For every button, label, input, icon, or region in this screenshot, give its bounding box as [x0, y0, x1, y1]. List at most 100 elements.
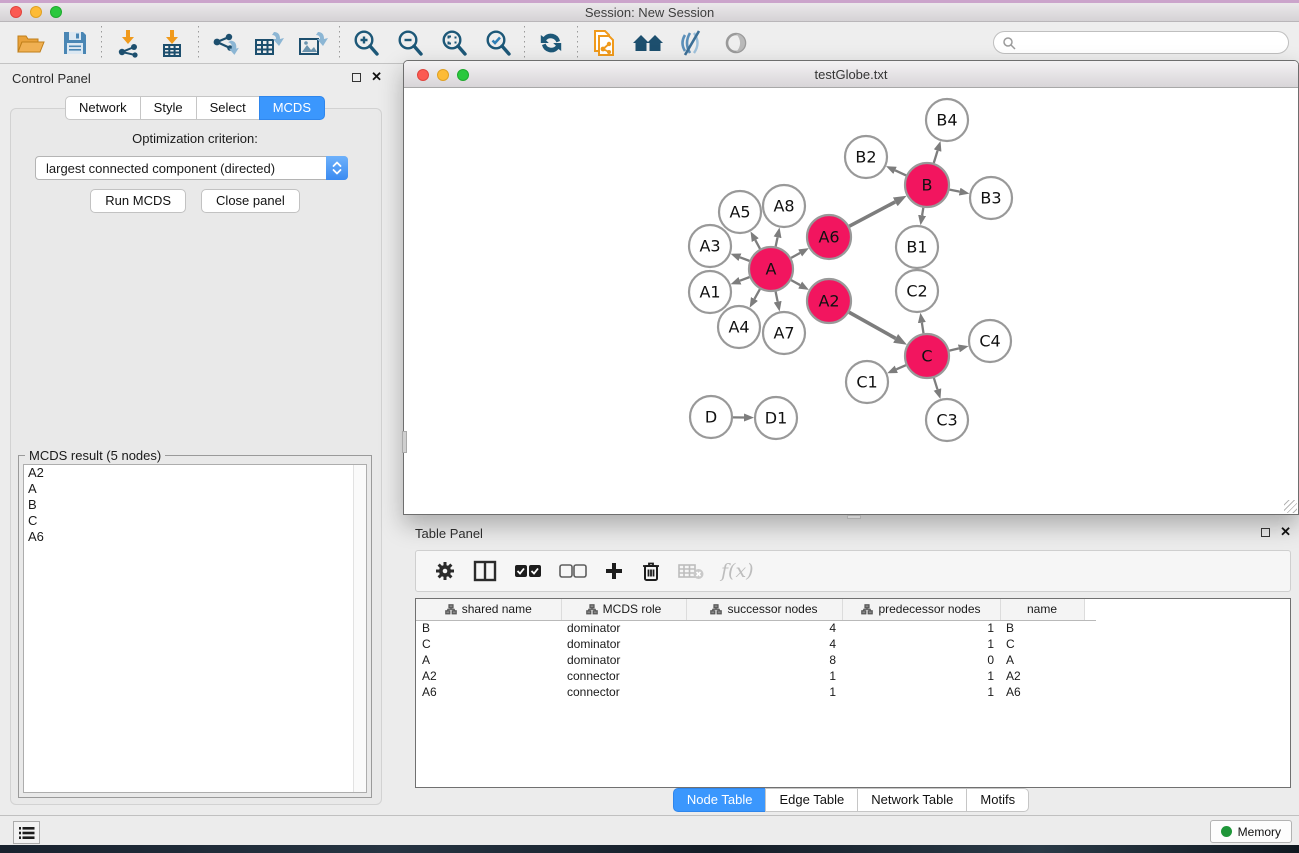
tab-motifs[interactable]: Motifs: [966, 788, 1029, 812]
table-row[interactable]: Adominator80A: [416, 652, 1096, 668]
close-panel-button[interactable]: Close panel: [201, 189, 300, 213]
network-graph[interactable]: AA1A2A3A4A5A6A7A8BB1B2B3B4CC1C2C3C4DD1: [404, 88, 1298, 514]
cell-shared-name[interactable]: A2: [416, 668, 561, 684]
refresh-icon[interactable]: [532, 26, 570, 60]
graph-node-C2[interactable]: C2: [896, 270, 938, 312]
window-left-grip[interactable]: [402, 431, 407, 453]
table-row[interactable]: Cdominator41C: [416, 636, 1096, 652]
result-item-c[interactable]: C: [24, 513, 366, 529]
eye-icon[interactable]: [717, 26, 755, 60]
delete-column-icon[interactable]: [641, 560, 661, 582]
tab-select[interactable]: Select: [196, 96, 260, 120]
graph-node-A5[interactable]: A5: [719, 191, 761, 233]
deselect-all-icon[interactable]: [559, 563, 587, 579]
column-header-MCDS-role[interactable]: MCDS role: [561, 599, 686, 620]
graph-node-A7[interactable]: A7: [763, 312, 805, 354]
graph-edge-A-A7[interactable]: [776, 292, 778, 302]
graph-edge-A-A5[interactable]: [755, 240, 760, 249]
graph-edge-A6-B[interactable]: [849, 202, 895, 226]
cell-name[interactable]: B: [1000, 620, 1084, 636]
graph-edge-A-A4[interactable]: [754, 289, 759, 299]
cell-shared-name[interactable]: C: [416, 636, 561, 652]
cell-successor-nodes[interactable]: 8: [686, 652, 842, 668]
gear-icon[interactable]: [434, 560, 456, 582]
cell-MCDS-role[interactable]: dominator: [561, 652, 686, 668]
graph-node-B4[interactable]: B4: [926, 99, 968, 141]
graph-edge-C-C3[interactable]: [934, 378, 938, 390]
column-header-successor-nodes[interactable]: successor nodes: [686, 599, 842, 620]
zoom-selected-icon[interactable]: [479, 26, 517, 60]
table-row[interactable]: Bdominator41B: [416, 620, 1096, 636]
cell-shared-name[interactable]: A: [416, 652, 561, 668]
mcds-result-list[interactable]: A2ABCA6: [23, 464, 367, 793]
task-history-button[interactable]: [13, 821, 40, 844]
window-bottom-grip[interactable]: [847, 515, 861, 519]
zoom-in-icon[interactable]: [347, 26, 385, 60]
cell-shared-name[interactable]: A6: [416, 684, 561, 700]
columns-icon[interactable]: [473, 560, 497, 582]
result-scrollbar[interactable]: [353, 465, 366, 792]
cell-predecessor-nodes[interactable]: 1: [842, 636, 1000, 652]
graph-edge-C-C1[interactable]: [896, 365, 906, 369]
cell-shared-name[interactable]: B: [416, 620, 561, 636]
graph-edge-B-B2[interactable]: [895, 170, 906, 175]
window-resize-grip[interactable]: [1284, 500, 1297, 513]
table-row[interactable]: A2connector11A2: [416, 668, 1096, 684]
cell-MCDS-role[interactable]: connector: [561, 668, 686, 684]
node-table[interactable]: shared nameMCDS rolesuccessor nodesprede…: [415, 598, 1291, 788]
cell-successor-nodes[interactable]: 4: [686, 636, 842, 652]
cell-successor-nodes[interactable]: 1: [686, 684, 842, 700]
column-header-shared-name[interactable]: shared name: [416, 599, 561, 620]
open-file-icon[interactable]: [12, 26, 50, 60]
export-network-icon[interactable]: [206, 26, 244, 60]
cell-MCDS-role[interactable]: connector: [561, 684, 686, 700]
graph-node-D[interactable]: D: [690, 396, 732, 438]
graph-node-B3[interactable]: B3: [970, 177, 1012, 219]
tab-mcds[interactable]: MCDS: [259, 96, 325, 120]
network-canvas[interactable]: AA1A2A3A4A5A6A7A8BB1B2B3B4CC1C2C3C4DD1: [404, 88, 1298, 514]
network-window-titlebar[interactable]: testGlobe.txt: [404, 61, 1298, 88]
cell-name[interactable]: A6: [1000, 684, 1084, 700]
cell-predecessor-nodes[interactable]: 1: [842, 668, 1000, 684]
cell-name[interactable]: C: [1000, 636, 1084, 652]
graph-edge-A2-C[interactable]: [849, 312, 896, 338]
column-header-predecessor-nodes[interactable]: predecessor nodes: [842, 599, 1000, 620]
graph-edge-A-A3[interactable]: [740, 257, 750, 261]
graph-node-A3[interactable]: A3: [689, 225, 731, 267]
graph-node-B[interactable]: B: [905, 163, 949, 207]
graph-node-A4[interactable]: A4: [718, 306, 760, 348]
result-item-b[interactable]: B: [24, 497, 366, 513]
cell-predecessor-nodes[interactable]: 0: [842, 652, 1000, 668]
cell-name[interactable]: A: [1000, 652, 1084, 668]
tab-style[interactable]: Style: [140, 96, 197, 120]
run-mcds-button[interactable]: Run MCDS: [90, 189, 186, 213]
graph-node-A1[interactable]: A1: [689, 271, 731, 313]
result-item-a2[interactable]: A2: [24, 465, 366, 481]
cell-successor-nodes[interactable]: 4: [686, 620, 842, 636]
cell-MCDS-role[interactable]: dominator: [561, 620, 686, 636]
graph-edge-B-B3[interactable]: [950, 190, 960, 192]
import-table-icon[interactable]: [153, 26, 191, 60]
cell-name[interactable]: A2: [1000, 668, 1084, 684]
select-all-icon[interactable]: [514, 563, 542, 579]
graph-edge-A-A1[interactable]: [740, 277, 750, 281]
graph-edge-C-C2[interactable]: [922, 323, 924, 334]
graph-node-A6[interactable]: A6: [807, 215, 851, 259]
result-item-a[interactable]: A: [24, 481, 366, 497]
export-table-icon[interactable]: [250, 26, 288, 60]
table-row[interactable]: A6connector11A6: [416, 684, 1096, 700]
graph-edge-A-A8[interactable]: [776, 237, 778, 246]
graph-node-A[interactable]: A: [749, 247, 793, 291]
result-item-a6[interactable]: A6: [24, 529, 366, 545]
graph-node-B2[interactable]: B2: [845, 136, 887, 178]
import-network-icon[interactable]: [109, 26, 147, 60]
graph-node-C[interactable]: C: [905, 334, 949, 378]
tab-network[interactable]: Network: [65, 96, 141, 120]
cell-successor-nodes[interactable]: 1: [686, 668, 842, 684]
close-panel-icon[interactable]: ✕: [371, 72, 382, 82]
tab-node-table[interactable]: Node Table: [673, 788, 767, 812]
graph-node-C1[interactable]: C1: [846, 361, 888, 403]
save-session-icon[interactable]: [56, 26, 94, 60]
home-icon[interactable]: [629, 26, 667, 60]
graph-node-D1[interactable]: D1: [755, 397, 797, 439]
